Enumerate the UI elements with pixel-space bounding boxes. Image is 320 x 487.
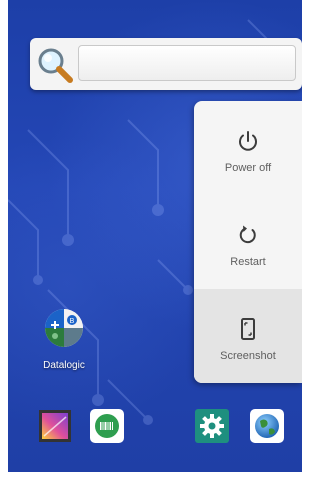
power-icon: [239, 131, 257, 151]
search-icon[interactable]: [36, 46, 74, 84]
gallery-icon[interactable]: [38, 409, 72, 443]
search-widget[interactable]: [30, 38, 302, 90]
screenshot-label: Screenshot: [220, 350, 276, 362]
screenshot-button[interactable]: Screenshot: [194, 289, 302, 383]
browser-globe-icon[interactable]: [250, 409, 284, 443]
restart-label: Restart: [230, 256, 266, 268]
app-label: Datalogic: [43, 360, 85, 371]
svg-text:B: B: [70, 318, 75, 325]
restart-icon: [239, 225, 256, 244]
settings-icon[interactable]: [195, 409, 229, 443]
power-menu: Power off Restart Screenshot: [194, 101, 302, 383]
search-input[interactable]: [78, 45, 296, 81]
restart-button[interactable]: Restart: [194, 195, 302, 289]
barcode-scanner-icon[interactable]: [90, 409, 124, 443]
power-off-label: Power off: [224, 162, 272, 174]
power-off-button[interactable]: Power off: [194, 101, 302, 195]
datalogic-app-icon[interactable]: B: [44, 308, 84, 348]
datalogic-app-shortcut[interactable]: B Datalogic: [36, 308, 92, 371]
screenshot-icon: [241, 318, 255, 340]
home-screen: B Datalogic Power off Restart Screenshot: [8, 0, 302, 472]
